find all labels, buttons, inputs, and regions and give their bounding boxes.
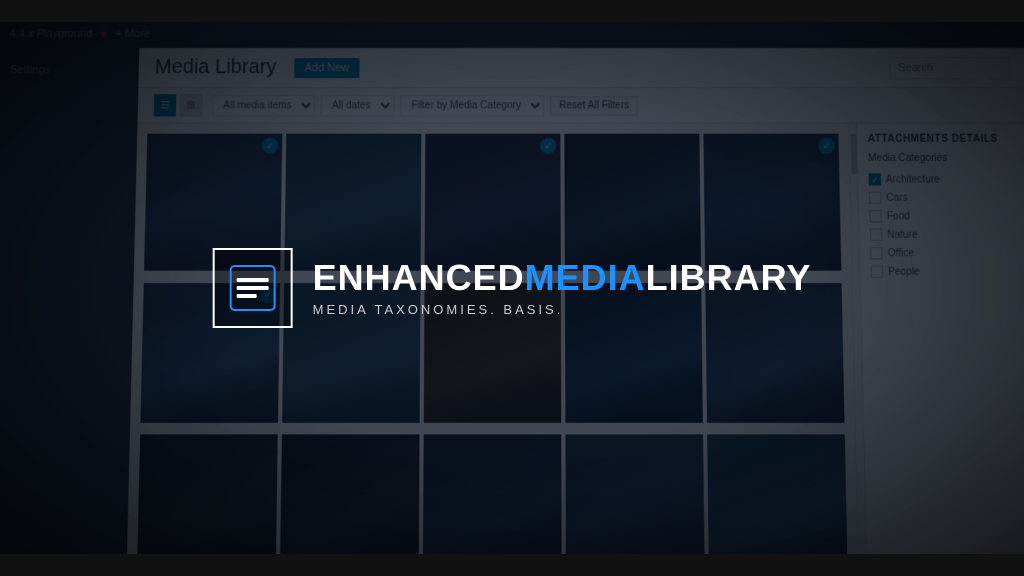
dark-bar-top	[0, 0, 1024, 22]
screenshot-container: 4.4.x Playground ♥ + More Settings Media…	[0, 0, 1024, 576]
brand-card: ENHANCEDMEDIALIBRARY MEDIA TAXONOMIES. B…	[213, 248, 812, 328]
brand-title-part2: MEDIA	[525, 257, 646, 298]
brand-title: ENHANCEDMEDIALIBRARY	[313, 260, 812, 296]
brand-title-part1: ENHANCED	[313, 257, 525, 298]
brand-overlay: ENHANCEDMEDIALIBRARY MEDIA TAXONOMIES. B…	[213, 248, 812, 328]
brand-subtitle: MEDIA TAXONOMIES. BASIS.	[313, 302, 812, 317]
dark-bar-bottom	[0, 554, 1024, 576]
brand-logo-icon	[227, 262, 279, 314]
brand-logo-box	[213, 248, 293, 328]
brand-title-part3: LIBRARY	[646, 257, 812, 298]
brand-text-group: ENHANCEDMEDIALIBRARY MEDIA TAXONOMIES. B…	[313, 260, 812, 317]
